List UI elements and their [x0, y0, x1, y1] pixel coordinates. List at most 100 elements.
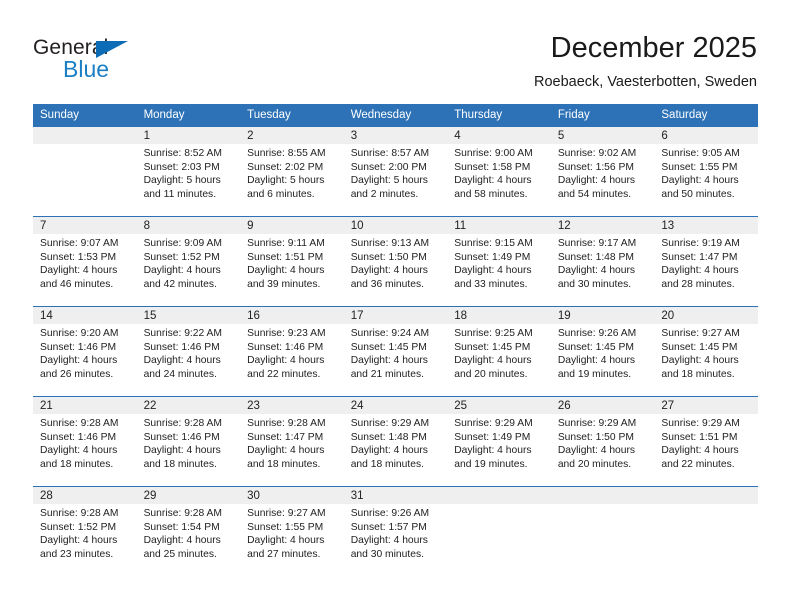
calendar-day-cell[interactable]: 22 Sunrise: 9:28 AM Sunset: 1:46 PM Dayligh… [136, 396, 241, 487]
day-number: 24 [343, 397, 448, 414]
calendar-day-cell[interactable]: 2 Sunrise: 8:55 AM Sunset: 2:02 PM Daylight… [240, 126, 344, 217]
day-number: 8 [136, 217, 241, 234]
calendar-day-cell[interactable]: 4 Sunrise: 9:00 AM Sunset: 1:58 PM Daylight… [447, 126, 551, 217]
sunset-time: Sunset: 1:45 PM [350, 341, 427, 353]
sunrise-time: Sunrise: 9:25 AM [454, 328, 533, 339]
daylight-duration-line1: Daylight: 5 hours [247, 175, 325, 187]
daylight-duration-line1: Daylight: 4 hours [661, 265, 739, 277]
calendar-day-cell[interactable]: 25 Sunrise: 9:29 AM Sunset: 1:49 PM Dayligh… [447, 396, 551, 487]
calendar-day-cell[interactable]: 26 Sunrise: 9:29 AM Sunset: 1:50 PM Dayligh… [550, 396, 655, 487]
sunrise-time: Sunrise: 9:29 AM [350, 418, 430, 429]
title-block: December 2025 Roebaeck, Vaesterbotten, S… [534, 30, 757, 92]
calendar-day-cell[interactable]: 23 Sunrise: 9:28 AM Sunset: 1:47 PM Dayligh… [240, 396, 344, 487]
day-number: 5 [550, 127, 655, 144]
day-number: 21 [33, 397, 137, 414]
daylight-duration-line1: Daylight: 4 hours [40, 265, 118, 277]
calendar-day-cell[interactable]: 18 Sunrise: 9:25 AM Sunset: 1:45 PM Dayligh… [447, 306, 551, 397]
sunset-time: Sunset: 1:48 PM [557, 251, 634, 263]
day-details: Sunrise: 9:27 AM Sunset: 1:55 PM Daylight:… [240, 504, 344, 561]
calendar-day-cell[interactable]: 1 Sunrise: 8:52 AM Sunset: 2:03 PM Daylight… [136, 126, 241, 217]
day-details: Sunrise: 9:02 AM Sunset: 1:56 PM Daylight:… [551, 144, 655, 201]
sunrise-time: Sunrise: 9:27 AM [247, 508, 326, 519]
daylight-duration-line2: and 39 minutes. [247, 278, 321, 290]
day-number: 7 [33, 217, 137, 234]
daylight-duration-line2: and 18 minutes. [350, 458, 424, 470]
day-details: Sunrise: 9:28 AM Sunset: 1:46 PM Daylight:… [137, 414, 241, 471]
daylight-duration-line1: Daylight: 4 hours [40, 445, 118, 457]
calendar-day-cell[interactable]: 12 Sunrise: 9:17 AM Sunset: 1:48 PM Dayligh… [550, 216, 655, 307]
calendar-day-cell[interactable]: 17 Sunrise: 9:24 AM Sunset: 1:45 PM Dayligh… [343, 306, 448, 397]
sunset-time: Sunset: 1:50 PM [557, 431, 634, 443]
sunset-time: Sunset: 1:54 PM [143, 521, 220, 533]
daylight-duration-line1: Daylight: 4 hours [247, 355, 325, 367]
daylight-duration-line2: and 11 minutes. [143, 188, 217, 200]
calendar-day-cell[interactable]: 28 Sunrise: 9:28 AM Sunset: 1:52 PM Dayligh… [33, 486, 137, 576]
sunset-time: Sunset: 2:03 PM [143, 161, 220, 173]
calendar-week-row: 1 Sunrise: 8:52 AM Sunset: 2:03 PM Daylight… [33, 126, 758, 217]
day-number: 1 [136, 127, 241, 144]
daylight-duration-line2: and 18 minutes. [40, 458, 114, 470]
day-details: Sunrise: 9:28 AM Sunset: 1:46 PM Daylight:… [33, 414, 137, 471]
calendar-day-cell[interactable]: 24 Sunrise: 9:29 AM Sunset: 1:48 PM Dayligh… [343, 396, 448, 487]
sunrise-time: Sunrise: 9:29 AM [661, 418, 740, 429]
sunrise-time: Sunrise: 8:55 AM [247, 148, 326, 159]
calendar-empty-cell [33, 126, 137, 217]
daylight-duration-line1: Daylight: 4 hours [661, 355, 739, 367]
weekday-header-saturday: Saturday [654, 104, 758, 127]
day-details: Sunrise: 9:05 AM Sunset: 1:55 PM Daylight:… [654, 144, 758, 201]
day-details: Sunrise: 9:11 AM Sunset: 1:51 PM Daylight:… [240, 234, 344, 291]
day-number: 10 [343, 217, 448, 234]
calendar-day-cell[interactable]: 20 Sunrise: 9:27 AM Sunset: 1:45 PM Dayligh… [654, 306, 758, 397]
sunrise-time: Sunrise: 9:28 AM [247, 418, 326, 429]
calendar-week-row: 28 Sunrise: 9:28 AM Sunset: 1:52 PM Dayligh… [33, 486, 758, 576]
day-number [550, 487, 655, 504]
day-number: 16 [240, 307, 344, 324]
calendar-day-cell[interactable]: 30 Sunrise: 9:27 AM Sunset: 1:55 PM Dayligh… [240, 486, 344, 576]
calendar-table: Sunday Monday Tuesday Wednesday Thursday… [33, 104, 758, 576]
day-details: Sunrise: 9:07 AM Sunset: 1:53 PM Daylight:… [33, 234, 137, 291]
daylight-duration-line1: Daylight: 4 hours [661, 175, 739, 187]
day-number [654, 487, 758, 504]
weekday-header-row: Sunday Monday Tuesday Wednesday Thursday… [33, 104, 758, 127]
calendar-day-cell[interactable]: 9 Sunrise: 9:11 AM Sunset: 1:51 PM Daylight… [240, 216, 344, 307]
sunrise-time: Sunrise: 9:11 AM [247, 238, 325, 249]
daylight-duration-line2: and 22 minutes. [661, 458, 735, 470]
calendar-day-cell[interactable]: 6 Sunrise: 9:05 AM Sunset: 1:55 PM Daylight… [654, 126, 758, 217]
day-details: Sunrise: 9:28 AM Sunset: 1:47 PM Daylight:… [240, 414, 344, 471]
calendar-day-cell[interactable]: 27 Sunrise: 9:29 AM Sunset: 1:51 PM Dayligh… [654, 396, 758, 487]
sunrise-time: Sunrise: 9:24 AM [350, 328, 430, 339]
weekday-header-thursday: Thursday [447, 104, 551, 127]
calendar-day-cell[interactable]: 3 Sunrise: 8:57 AM Sunset: 2:00 PM Daylight… [343, 126, 448, 217]
daylight-duration-line2: and 30 minutes. [557, 278, 632, 290]
sunset-time: Sunset: 2:00 PM [350, 161, 427, 173]
calendar-day-cell[interactable]: 8 Sunrise: 9:09 AM Sunset: 1:52 PM Daylight… [136, 216, 241, 307]
calendar-day-cell[interactable]: 13 Sunrise: 9:19 AM Sunset: 1:47 PM Dayligh… [654, 216, 758, 307]
daylight-duration-line2: and 21 minutes. [350, 368, 424, 380]
sunset-time: Sunset: 1:47 PM [247, 431, 324, 443]
day-details: Sunrise: 9:24 AM Sunset: 1:45 PM Daylight:… [344, 324, 448, 381]
calendar-day-cell[interactable]: 16 Sunrise: 9:23 AM Sunset: 1:46 PM Dayligh… [240, 306, 344, 397]
calendar-day-cell[interactable]: 11 Sunrise: 9:15 AM Sunset: 1:49 PM Dayligh… [447, 216, 551, 307]
day-details: Sunrise: 9:27 AM Sunset: 1:45 PM Daylight:… [654, 324, 758, 381]
calendar-day-cell[interactable]: 10 Sunrise: 9:13 AM Sunset: 1:50 PM Dayligh… [343, 216, 448, 307]
sunset-time: Sunset: 1:46 PM [247, 341, 324, 353]
daylight-duration-line1: Daylight: 4 hours [557, 265, 636, 277]
calendar-day-cell[interactable]: 15 Sunrise: 9:22 AM Sunset: 1:46 PM Dayligh… [136, 306, 241, 397]
daylight-duration-line2: and 28 minutes. [661, 278, 735, 290]
daylight-duration-line1: Daylight: 4 hours [40, 355, 118, 367]
calendar-day-cell[interactable]: 7 Sunrise: 9:07 AM Sunset: 1:53 PM Daylight… [33, 216, 137, 307]
day-details: Sunrise: 9:25 AM Sunset: 1:45 PM Daylight:… [447, 324, 551, 381]
weekday-header-wednesday: Wednesday [343, 104, 448, 127]
calendar-week-row: 21 Sunrise: 9:28 AM Sunset: 1:46 PM Dayligh… [33, 396, 758, 487]
calendar-day-cell[interactable]: 5 Sunrise: 9:02 AM Sunset: 1:56 PM Daylight… [550, 126, 655, 217]
daylight-duration-line1: Daylight: 4 hours [557, 355, 636, 367]
calendar-day-cell[interactable]: 19 Sunrise: 9:26 AM Sunset: 1:45 PM Dayligh… [550, 306, 655, 397]
calendar-day-cell[interactable]: 31 Sunrise: 9:26 AM Sunset: 1:57 PM Dayligh… [343, 486, 448, 576]
calendar-day-cell[interactable]: 21 Sunrise: 9:28 AM Sunset: 1:46 PM Dayligh… [33, 396, 137, 487]
calendar-day-cell[interactable]: 29 Sunrise: 9:28 AM Sunset: 1:54 PM Dayligh… [136, 486, 241, 576]
daylight-duration-line1: Daylight: 4 hours [247, 265, 325, 277]
sunset-time: Sunset: 1:48 PM [350, 431, 427, 443]
daylight-duration-line1: Daylight: 4 hours [454, 445, 532, 457]
sunset-time: Sunset: 1:50 PM [350, 251, 427, 263]
calendar-day-cell[interactable]: 14 Sunrise: 9:20 AM Sunset: 1:46 PM Dayligh… [33, 306, 137, 397]
